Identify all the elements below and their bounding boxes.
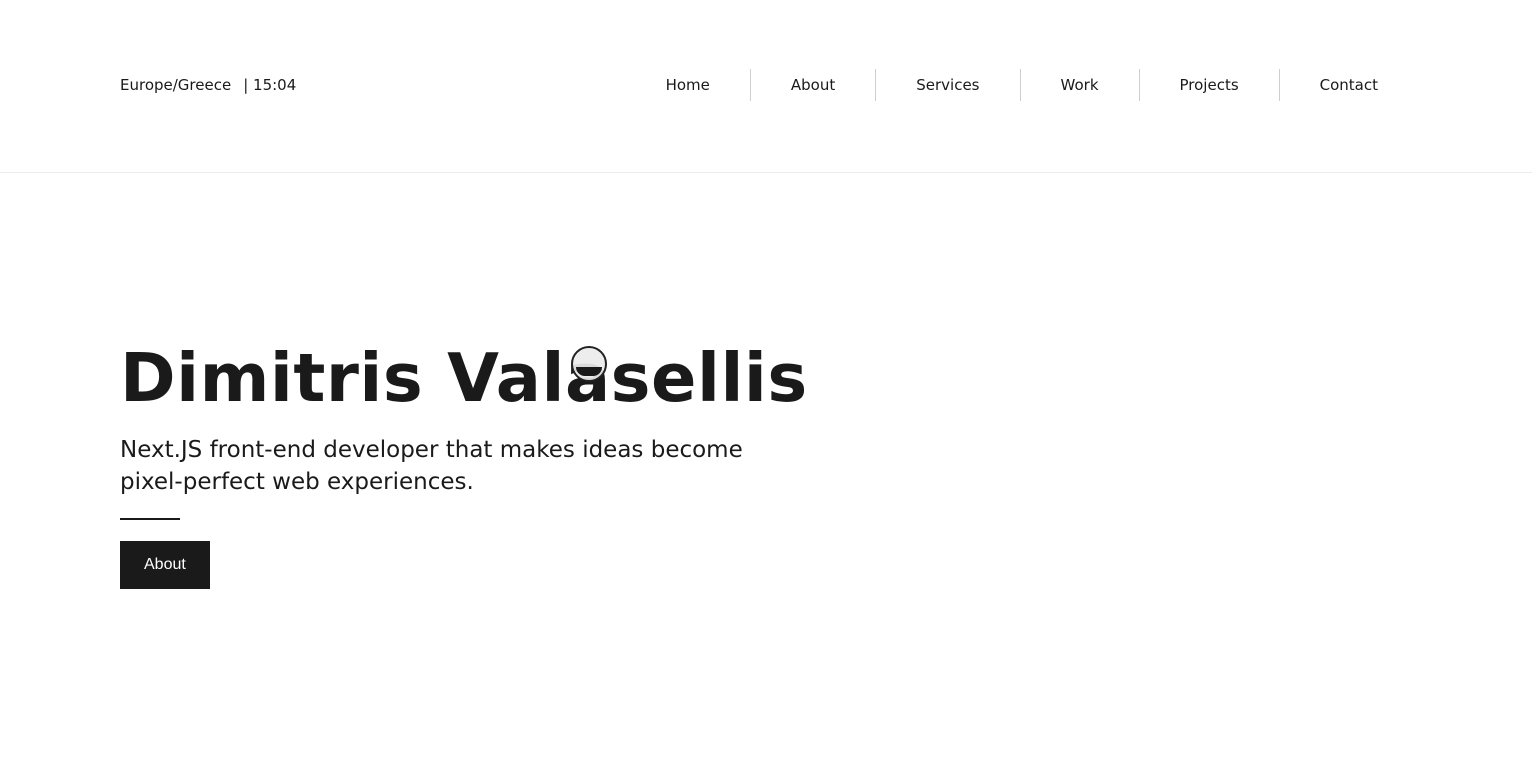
timezone-label: Europe/Greece [120,76,232,94]
nav-item-services[interactable]: Services [875,69,1019,101]
custom-cursor-circle-icon [571,346,607,382]
site-header: Europe/Greece | 15:04 Home About Services… [0,0,1532,173]
hero-subtitle: Next.JS front-end developer that makes i… [120,437,743,495]
nav-item-work[interactable]: Work [1019,69,1139,101]
nav-item-projects[interactable]: Projects [1138,69,1279,101]
locale-clock: Europe/Greece | 15:04 [120,75,296,95]
nav-item-about[interactable]: About [749,69,875,101]
nav-item-home[interactable]: Home [626,69,750,101]
hero-title: Dimitris Valasellis [120,339,808,417]
clock-time: | 15:04 [243,76,297,94]
nav-item-contact[interactable]: Contact [1278,69,1418,101]
main-nav: Home About Services Work Projects Contac… [626,69,1418,101]
hero-divider [120,518,180,520]
about-button[interactable]: About [120,541,210,589]
